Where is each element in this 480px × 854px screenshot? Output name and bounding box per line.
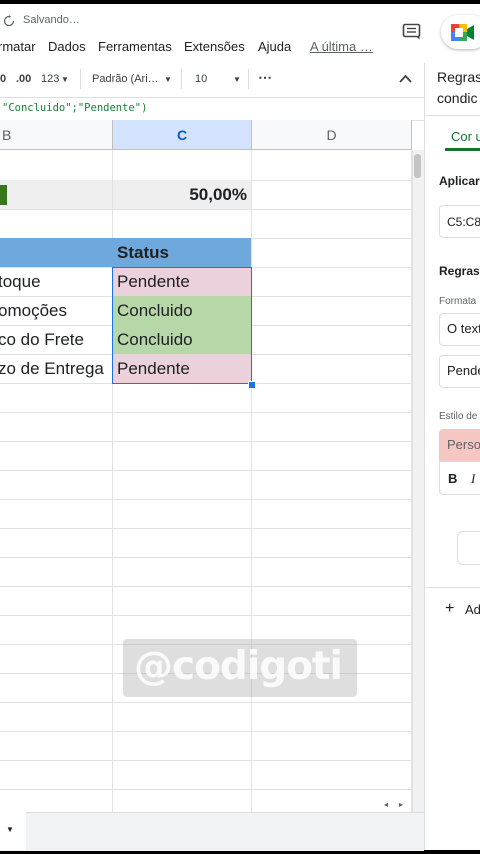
row-label[interactable]: toque [0, 267, 112, 296]
sheet-bar [0, 812, 424, 851]
panel-title-line1: Regras [437, 69, 480, 85]
conditional-format-panel: Regras condic Cor u Aplicar C5:C8 Regras… [424, 63, 480, 850]
watermark: @codigoti [134, 644, 343, 689]
bold-button[interactable]: B [448, 471, 457, 486]
chevron-down-icon: ▼ [61, 75, 69, 84]
more-formats-button[interactable]: 123 [41, 73, 59, 85]
italic-button[interactable]: I [471, 471, 475, 487]
more-options-icon[interactable]: ⋯ [258, 69, 272, 86]
panel-title-line2: condic [437, 90, 478, 106]
cancel-button[interactable] [457, 531, 480, 565]
format-cells-label: Formata [439, 296, 477, 307]
meet-button[interactable] [441, 15, 480, 49]
add-rule-button[interactable]: Ad [465, 602, 480, 617]
column-header-c[interactable]: C [113, 120, 252, 150]
rules-label: Regras [439, 264, 480, 278]
meet-icon [451, 24, 474, 41]
last-edit-link[interactable]: A última … [310, 39, 373, 54]
row-label[interactable]: co do Frete [0, 325, 112, 354]
increase-decimal-button[interactable]: .00 [16, 73, 31, 85]
menu-tools[interactable]: Ferramentas [98, 39, 172, 54]
condition-value: O text [447, 321, 480, 336]
percentage-cell[interactable]: 50,00% [113, 180, 251, 209]
sheet-menu-icon[interactable]: ▼ [6, 825, 14, 834]
add-icon[interactable]: + [445, 600, 454, 618]
tab-indicator [445, 148, 480, 151]
fill-handle[interactable] [248, 381, 256, 389]
font-size-select[interactable]: 10 [195, 73, 207, 85]
menu-help[interactable]: Ajuda [258, 39, 291, 54]
value-text: Pende [447, 363, 480, 378]
apply-label: Aplicar [439, 174, 480, 188]
column-header-d[interactable]: D [252, 120, 412, 150]
style-label: Estilo de [439, 411, 478, 422]
tab-single-color[interactable]: Cor u [451, 129, 480, 144]
scroll-right-icon[interactable]: ▸ [399, 800, 403, 809]
progress-track [0, 180, 112, 209]
font-select[interactable]: Padrão (Ari… [92, 73, 159, 85]
scroll-left-icon[interactable]: ◂ [384, 800, 388, 809]
divider [80, 69, 81, 89]
spreadsheet-grid[interactable]: B C D 50,00% Status toque Pendente omoçõ… [0, 120, 412, 812]
sync-icon [3, 15, 15, 27]
saving-status: Salvando… [23, 14, 80, 26]
menu-format[interactable]: rmatar [0, 39, 36, 54]
row-label[interactable]: zo de Entrega [0, 354, 112, 383]
divider [248, 69, 249, 89]
collapse-chevron-icon[interactable] [399, 74, 412, 83]
style-preview-text: Person [447, 437, 480, 452]
menu-data[interactable]: Dados [48, 39, 86, 54]
menu-extensions[interactable]: Extensões [184, 39, 245, 54]
range-value: C5:C8 [447, 215, 480, 229]
column-header-b[interactable]: B [0, 120, 113, 150]
chevron-down-icon: ▼ [164, 75, 172, 84]
status-header[interactable]: Status [113, 238, 251, 267]
decrease-decimal-button[interactable]: .0 [0, 73, 6, 85]
progress-bar [0, 185, 7, 205]
comments-icon[interactable] [402, 23, 422, 41]
formula-text[interactable]: "Concluido";"Pendente") [2, 102, 147, 114]
chevron-down-icon: ▼ [233, 75, 241, 84]
row-label[interactable]: omoções [0, 296, 112, 325]
divider [181, 69, 182, 89]
scrollbar-thumb[interactable] [414, 154, 421, 178]
selection-range [112, 267, 252, 384]
